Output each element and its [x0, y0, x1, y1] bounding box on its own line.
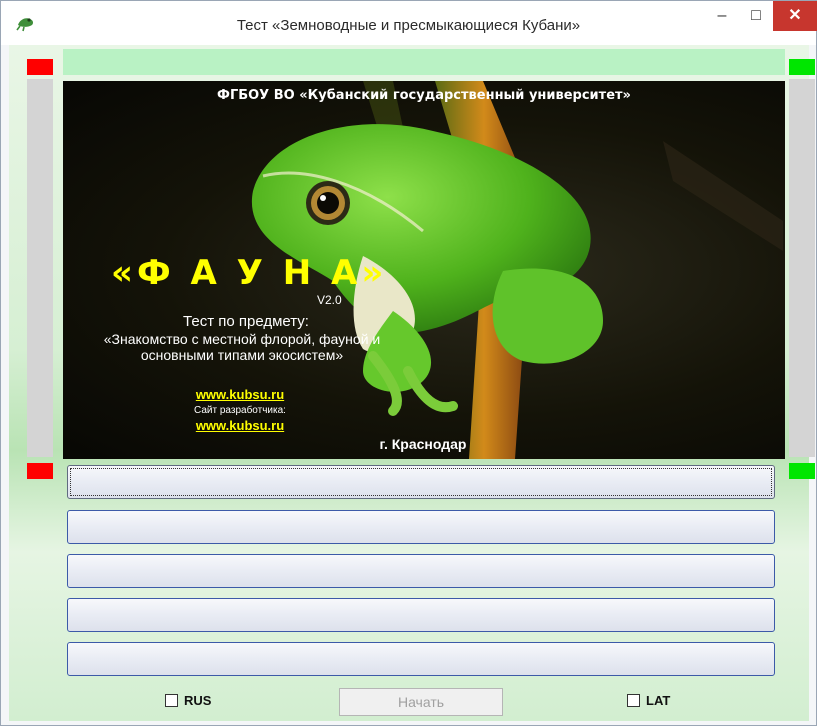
splash-image: ФГБОУ ВО «Кубанский государственный унив…: [63, 81, 785, 459]
lat-label: LAT: [646, 693, 671, 708]
close-button[interactable]: ✕: [773, 1, 817, 31]
developer-label: Сайт разработчика:: [194, 405, 286, 416]
window-title: Тест «Земноводные и пресмыкающиеся Кубан…: [236, 17, 581, 34]
right-bottom-indicator: [789, 463, 815, 479]
app-window: Тест «Земноводные и пресмыкающиеся Кубан…: [0, 0, 817, 726]
minimize-button[interactable]: –: [705, 1, 739, 31]
answer-button-2[interactable]: [67, 510, 775, 544]
start-button[interactable]: Начать: [339, 688, 503, 716]
left-progress-bar: [27, 79, 53, 457]
lat-checkbox[interactable]: [627, 694, 640, 707]
app-version: V2.0: [317, 293, 342, 307]
title-bar: Тест «Земноводные и пресмыкающиеся Кубан…: [1, 1, 817, 45]
rus-label: RUS: [184, 693, 212, 708]
lat-option[interactable]: LAT: [627, 693, 670, 708]
subject-heading: Тест по предмету:: [183, 313, 309, 330]
client-area: ФГБОУ ВО «Кубанский государственный унив…: [9, 45, 815, 721]
answer-button-5[interactable]: [67, 642, 775, 676]
rus-option[interactable]: RUS: [165, 693, 211, 708]
subject-description: «Знакомство с местной флорой, фауной и о…: [103, 331, 381, 363]
city-label: г. Краснодар: [379, 436, 467, 452]
rus-checkbox[interactable]: [165, 694, 178, 707]
website-link[interactable]: www.kubsu.ru: [185, 387, 295, 402]
left-bottom-indicator: [27, 463, 53, 479]
university-name: ФГБОУ ВО «Кубанский государственный унив…: [217, 88, 631, 103]
maximize-button[interactable]: □: [739, 1, 773, 31]
answer-button-4[interactable]: [67, 598, 775, 632]
developer-link[interactable]: www.kubsu.ru: [185, 418, 295, 433]
answer-button-1[interactable]: [67, 465, 775, 499]
app-brand: «Ф А У Н А»: [111, 253, 388, 293]
right-top-indicator: [789, 59, 815, 75]
left-top-indicator: [27, 59, 53, 75]
answer-button-3[interactable]: [67, 554, 775, 588]
question-strip: [63, 49, 785, 75]
right-progress-bar: [789, 79, 815, 457]
